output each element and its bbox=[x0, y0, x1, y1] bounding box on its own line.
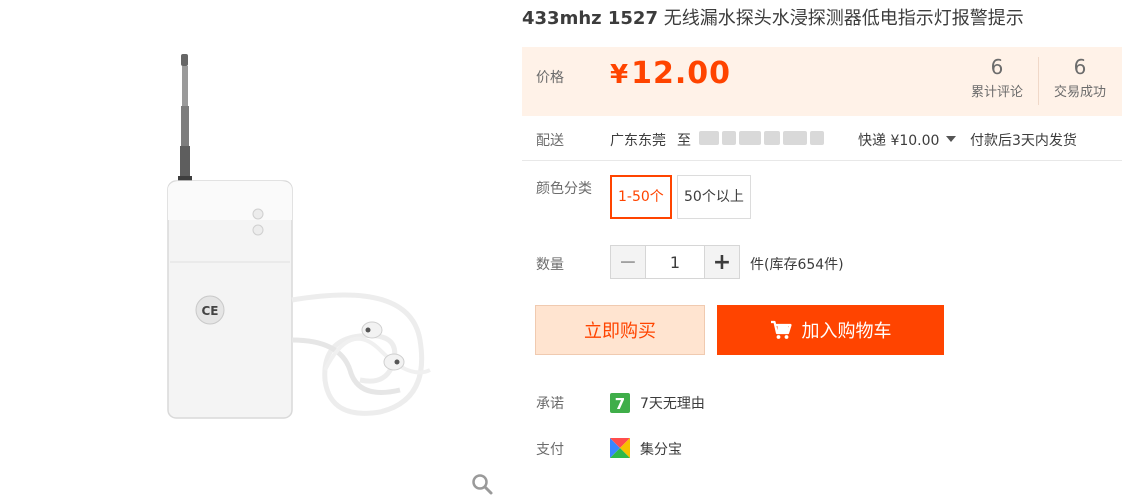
product-model: 433mhz 1527 bbox=[522, 8, 658, 29]
stat-divider bbox=[1038, 57, 1039, 105]
payment-label: 支付 bbox=[536, 442, 564, 458]
divider bbox=[522, 160, 1122, 161]
payment-text[interactable]: 集分宝 bbox=[640, 439, 682, 459]
review-count: 6 bbox=[990, 55, 1004, 79]
shopping-cart-icon bbox=[770, 320, 792, 339]
product-image[interactable]: CE bbox=[110, 40, 440, 430]
magnifier-zoom-icon[interactable] bbox=[470, 472, 494, 496]
shipping-method-select[interactable]: 快递 ¥10.00 bbox=[858, 130, 939, 150]
price-amount: 12.00 bbox=[631, 56, 731, 91]
sku-option-1-50[interactable]: 1-50个 bbox=[610, 175, 672, 219]
jifenbao-icon bbox=[610, 438, 630, 458]
seven-day-return-icon: 7 bbox=[610, 393, 630, 413]
product-page: CE 433mhz 1527 无线漏水探头水浸探测器低电指示灯报警提示 价格 ¥… bbox=[0, 0, 1123, 501]
ship-to-prefix: 至 bbox=[677, 133, 691, 149]
quantity-label: 数量 bbox=[536, 257, 564, 273]
sku-option-50-plus[interactable]: 50个以上 bbox=[677, 175, 751, 219]
review-count-label: 累计评论 bbox=[970, 85, 1023, 100]
transaction-count: 6 bbox=[1073, 55, 1087, 79]
chevron-down-icon[interactable] bbox=[946, 136, 956, 142]
shipping-label: 配送 bbox=[536, 133, 564, 149]
quantity-input[interactable] bbox=[645, 246, 705, 278]
quantity-increase-button[interactable]: + bbox=[705, 246, 739, 278]
dispatch-time: 付款后3天内发货 bbox=[970, 133, 1077, 149]
review-count-stat[interactable]: 6 累计评论 bbox=[958, 55, 1036, 100]
promise-label: 承诺 bbox=[536, 396, 564, 412]
quantity-stepper: − + bbox=[610, 245, 740, 279]
product-description: 无线漏水探头水浸探测器低电指示灯报警提示 bbox=[663, 8, 1024, 29]
ship-to-address-blurred[interactable] bbox=[699, 129, 827, 147]
price-value: ¥12.00 bbox=[610, 56, 731, 91]
promise-text[interactable]: 7天无理由 bbox=[640, 393, 705, 413]
ship-from: 广东东莞 bbox=[610, 133, 666, 149]
transaction-count-stat[interactable]: 6 交易成功 bbox=[1041, 55, 1119, 100]
buy-now-button[interactable]: 立即购买 bbox=[535, 305, 705, 355]
price-label: 价格 bbox=[536, 70, 564, 86]
price-panel: 价格 ¥12.00 6 累计评论 6 交易成功 bbox=[522, 47, 1122, 116]
transaction-count-label: 交易成功 bbox=[1053, 85, 1106, 100]
add-to-cart-button[interactable]: 加入购物车 bbox=[717, 305, 944, 355]
add-to-cart-label: 加入购物车 bbox=[801, 321, 892, 342]
svg-text:CE: CE bbox=[201, 304, 218, 318]
product-title: 433mhz 1527 无线漏水探头水浸探测器低电指示灯报警提示 bbox=[522, 6, 1122, 32]
sku-label: 颜色分类 bbox=[536, 181, 592, 197]
buy-now-label: 立即购买 bbox=[584, 321, 656, 342]
quantity-decrease-button[interactable]: − bbox=[611, 246, 645, 278]
svg-text:7: 7 bbox=[615, 395, 625, 413]
stock-info: 件(库存654件) bbox=[750, 257, 844, 273]
product-gallery: CE bbox=[0, 0, 505, 501]
currency-symbol: ¥ bbox=[610, 60, 630, 90]
